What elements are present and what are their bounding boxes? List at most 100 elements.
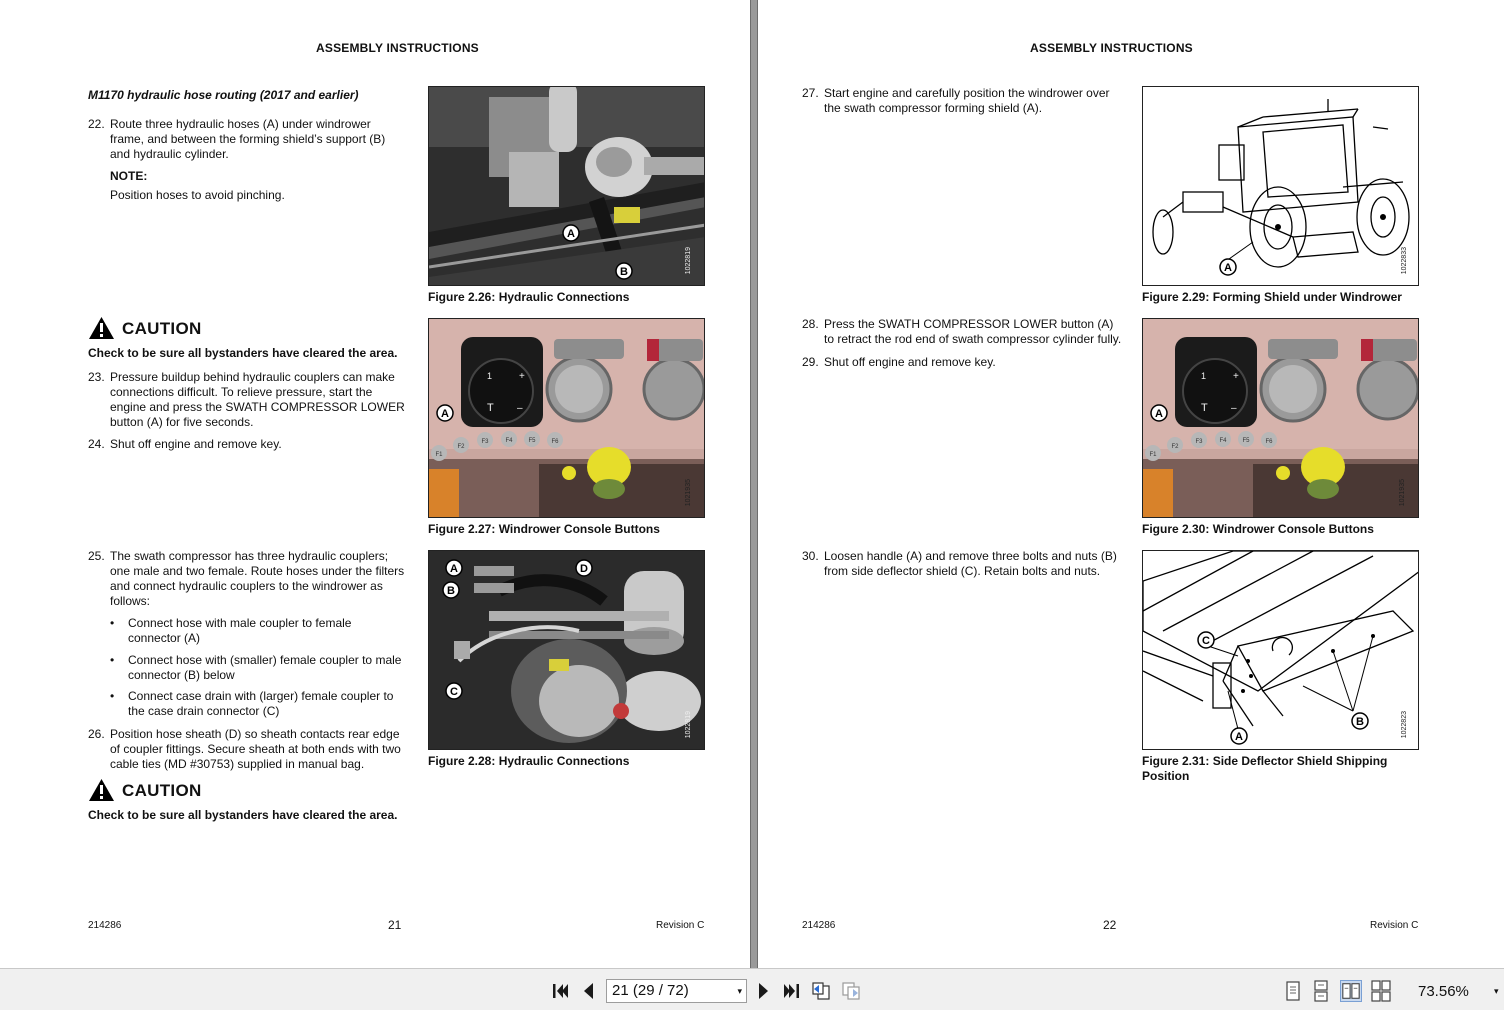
caption-line: Figure 2.31: Side Deflector Shield Shipp… [1142, 754, 1388, 768]
page-header: ASSEMBLY INSTRUCTIONS [316, 41, 479, 55]
console-t: T [487, 402, 494, 414]
svg-text:A: A [1235, 731, 1243, 743]
callout-b: B [1351, 712, 1369, 730]
figure-2-30-photo: F1 F2 F3 F4 F5 F6 + T – 1 A 1021935 [1142, 318, 1419, 518]
figure-id: 1021935 [685, 479, 692, 507]
callout-c: C [1197, 631, 1215, 649]
bullet-dot: • [110, 689, 115, 703]
figure-2-31-drawing: B A C 1022823 [1142, 550, 1419, 750]
figure-id: 1022833 [1401, 247, 1408, 275]
step-line: follows: [110, 594, 151, 608]
warning-triangle-icon [89, 317, 114, 339]
step-line: Loosen handle (A) and remove three bolts… [824, 549, 1117, 563]
first-page-icon[interactable] [550, 980, 572, 1002]
footer-revision: Revision C [1370, 920, 1419, 931]
caution-title: CAUTION [122, 319, 202, 338]
hydraulic-connections-photo [429, 87, 704, 285]
svg-text:A: A [1155, 408, 1163, 420]
key-f2: F2 [1171, 444, 1179, 450]
figure-caption: Figure 2.26: Hydraulic Connections [428, 290, 630, 304]
caution-title: CAUTION [122, 781, 202, 800]
step-line: one male and two female. Route hoses und… [110, 564, 405, 578]
svg-text:B: B [620, 266, 628, 278]
step-number: 22. [88, 117, 105, 131]
step-line: The swath compressor has three hydraulic… [110, 549, 389, 563]
single-page-view-icon[interactable] [1282, 980, 1304, 1002]
callout-a: A [562, 224, 580, 242]
step-line: Pressure buildup behind hydraulic couple… [110, 370, 395, 384]
facing-view-icon[interactable] [1340, 980, 1362, 1002]
figure-caption: Figure 2.27: Windrower Console Buttons [428, 522, 660, 536]
page-22: ASSEMBLY INSTRUCTIONS 27. Start engine a… [758, 0, 1504, 968]
footer-doc-number: 214286 [802, 920, 836, 931]
step-number: 23. [88, 370, 105, 384]
step-line: engine and press the SWATH COMPRESSOR LO… [110, 400, 405, 414]
step-line: and connect hydraulic couplers to the wi… [110, 579, 383, 593]
figure-2-29-drawing: A 1022833 [1142, 86, 1419, 286]
caution-text: Check to be sure all bystanders have cle… [88, 346, 398, 360]
callout-d: D [575, 559, 593, 577]
zoom-dropdown-icon[interactable]: ▾ [1494, 986, 1499, 997]
step-line: Press the SWATH COMPRESSOR LOWER button … [824, 317, 1114, 331]
step-number: 29. [802, 355, 819, 369]
callout-a: A [1150, 404, 1168, 422]
key-f4: F4 [505, 438, 513, 444]
step-line: the swath compressor forming shield (A). [824, 101, 1043, 115]
figure-2-28-photo: A B C D 1022819 [428, 550, 705, 750]
chevron-down-icon[interactable]: ▾ [737, 980, 742, 1002]
section-title: M1170 hydraulic hose routing (2017 and e… [88, 88, 359, 102]
svg-text:A: A [450, 563, 458, 575]
figure-id: 1022819 [685, 247, 692, 275]
last-page-icon[interactable] [780, 980, 802, 1002]
step-line: cable ties (MD #30753) supplied in manua… [110, 757, 365, 771]
key-f5: F5 [1242, 438, 1250, 444]
step-line: and hydraulic cylinder. [110, 147, 229, 161]
console-one: 1 [487, 371, 492, 381]
page-number: 22 [1103, 918, 1117, 932]
warning-triangle-icon [89, 779, 114, 801]
prev-page-icon[interactable] [578, 980, 600, 1002]
step-line: Route three hydraulic hoses (A) under wi… [110, 117, 371, 131]
page-number-field[interactable]: 21 (29 / 72) ▾ [606, 979, 747, 1003]
key-f3: F3 [1195, 439, 1203, 445]
zoom-level[interactable]: 73.56% [1418, 983, 1469, 1000]
step-line: frame, and between the forming shield’s … [110, 132, 386, 146]
step-line: button (A) for five seconds. [110, 415, 254, 429]
figure-caption: Figure 2.31: Side Deflector Shield Shipp… [1142, 754, 1387, 784]
key-f1: F1 [435, 452, 443, 458]
step-number: 26. [88, 727, 105, 741]
windrower-line-drawing [1152, 99, 1410, 268]
svg-text:C: C [1202, 635, 1210, 647]
continuous-facing-view-icon[interactable] [1370, 980, 1392, 1002]
go-back-icon[interactable] [810, 980, 832, 1002]
footer-revision: Revision C [656, 920, 705, 931]
svg-text:A: A [1224, 262, 1232, 274]
step-number: 27. [802, 86, 819, 100]
figure-caption: Figure 2.29: Forming Shield under Windro… [1142, 290, 1402, 304]
step-line: of coupler fittings. Secure sheath at bo… [110, 742, 401, 756]
figure-id: 1021935 [1399, 479, 1406, 507]
next-page-icon[interactable] [752, 980, 774, 1002]
page-21: ASSEMBLY INSTRUCTIONS M1170 hydraulic ho… [0, 0, 750, 968]
svg-text:B: B [1356, 716, 1364, 728]
key-f2: F2 [457, 444, 465, 450]
figure-2-26-photo: A B 1022819 [428, 86, 705, 286]
step-line: Shut off engine and remove key. [824, 355, 996, 369]
console-plus: + [1233, 371, 1239, 382]
continuous-view-icon[interactable] [1310, 980, 1332, 1002]
document-viewport[interactable]: ASSEMBLY INSTRUCTIONS M1170 hydraulic ho… [0, 0, 1504, 968]
figure-2-27-photo: F1 F2 F3 F4 F5 F6 + T – 1 A 1021935 [428, 318, 705, 518]
figure-caption: Figure 2.28: Hydraulic Connections [428, 754, 630, 768]
svg-text:D: D [580, 563, 588, 575]
figure-caption: Figure 2.30: Windrower Console Buttons [1142, 522, 1374, 536]
go-forward-icon[interactable] [840, 980, 862, 1002]
console-one: 1 [1201, 371, 1206, 381]
bullet-dot: • [110, 616, 115, 630]
note-label: NOTE: [110, 169, 148, 183]
figure-id: 1022823 [1401, 711, 1408, 739]
callout-a: A [445, 559, 463, 577]
step-number: 25. [88, 549, 105, 563]
step-line: connections difficult. To relieve pressu… [110, 385, 373, 399]
console-plus: + [519, 371, 525, 382]
key-f6: F6 [1265, 439, 1273, 445]
